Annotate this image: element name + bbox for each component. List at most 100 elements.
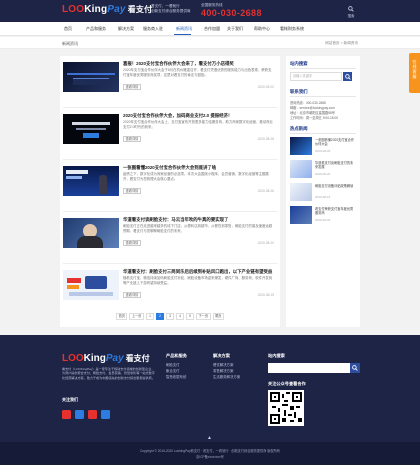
hot-news-date: 2020-08-26 [315, 149, 331, 153]
nav-item-about[interactable]: 关于我们 [227, 26, 243, 32]
page-number[interactable]: 4 [176, 313, 184, 320]
footer-link[interactable]: 刷脸支付 [166, 362, 180, 367]
news-item[interactable]: 2020支付宝合作伙伴大会，加码商业支付2.0 提振经济！ 2020年支付宝合作… [60, 108, 280, 160]
nav-item-news[interactable]: 新闻资讯 [176, 26, 192, 32]
header-bar: LOOKingPay 看支付 看支付，一看就行 创新支付综合服务提供商 全国服务热… [0, 0, 420, 22]
news-thumbnail[interactable] [63, 270, 119, 300]
pagination: 首页 上一页 1 2 3 4 5 下一页 尾页 [60, 313, 280, 321]
sidebar-search-title: 站内搜索 [290, 61, 308, 66]
news-thumbnail[interactable] [63, 114, 119, 144]
page-number[interactable]: 3 [166, 313, 174, 320]
news-thumbnail[interactable] [63, 166, 119, 196]
page: LOOKingPay 看支付 看支付，一看就行 创新支付综合服务提供商 全国服务热… [0, 0, 420, 465]
page-prev[interactable]: 上一页 [129, 313, 144, 320]
qq-icon[interactable] [88, 410, 97, 419]
page-number[interactable]: 1 [146, 313, 154, 320]
search-icon [352, 365, 358, 371]
nav-item-help[interactable]: 帮助中心 [254, 26, 270, 32]
divider [290, 133, 356, 134]
nav-item-partner-join[interactable]: 合作加盟 [204, 26, 220, 32]
hot-news-item[interactable]: 刷脸支付设备补贴政策解读 2020-08-15 [290, 183, 356, 205]
news-summary: 2020年支付宝合作伙伴大会上，支付宝宣布开放更多能力给服务商，助力商家数字化经… [123, 120, 273, 129]
nav-item-provider[interactable]: 服务商入驻 [143, 26, 163, 32]
footer-link[interactable]: 零售解决方案 [213, 368, 233, 373]
hot-news-item[interactable]: 一张图看懂2020支付宝合作伙伴大会 2020-08-26 [290, 137, 356, 159]
news-item[interactable]: 华道看支付：刷脸支付三两同乐后后续到补贴风口跑出，以下产业链有望受益 随着支付宝… [60, 264, 280, 316]
page-next[interactable]: 下一页 [196, 313, 211, 320]
news-item[interactable]: 一张图看懂2020支付宝合作伙伴大会到底讲了啥 疫情之下，数字化成为商家经营的必… [60, 160, 280, 212]
page-first[interactable]: 首页 [116, 313, 128, 320]
news-date: 2020-08-26 [257, 189, 274, 193]
footer-link[interactable]: 生活服务解决方案 [213, 374, 240, 379]
nav-item-home[interactable]: 首页 [64, 26, 72, 32]
footer-link[interactable]: 餐饮解决方案 [213, 362, 233, 367]
footer-search-input[interactable] [268, 363, 360, 373]
search-icon [348, 6, 354, 12]
read-more-button[interactable]: 查看详情 [123, 292, 141, 298]
news-title[interactable]: 2020支付宝合作伙伴大会，加码商业支付2.0 提振经济！ [123, 113, 232, 119]
news-summary: 疫情之下，数字化成为商家经营的必选项。本次大会围绕小程序、会员营销、数字化经营等… [123, 172, 269, 181]
wechat-qr-code [268, 390, 304, 426]
hot-news-thumbnail[interactable] [290, 160, 312, 178]
social-icons [62, 406, 114, 424]
hot-news-title[interactable]: 刷脸支付设备补贴政策解读 [315, 184, 356, 188]
nav-item-solutions[interactable]: 解决方案 [118, 26, 134, 32]
breadcrumb[interactable]: 网站首页 > 新闻资讯 [325, 41, 358, 46]
sidebar-search-input[interactable]: 请输入关键字 [290, 72, 342, 81]
hot-news-thumbnail[interactable] [290, 183, 312, 201]
news-item[interactable]: 华道看支付谈刷脸支付：马云当年吹的牛真的要实现了 刷脸支付正在走进越来越多的线下… [60, 212, 280, 264]
sidebar-search-button[interactable] [343, 72, 352, 81]
site-logo[interactable]: LOOKingPay 看支付 [62, 4, 152, 15]
news-list: 喜报！2020支付宝合作伙伴大会来了，看支付万小店得奖 2020年支付宝合作伙伴… [60, 56, 280, 327]
news-thumbnail[interactable] [63, 62, 119, 92]
footer-solutions-title: 解决方案 [213, 353, 230, 358]
main-nav: 首页 产品和服务 解决方案 服务商入驻 新闻资讯 合作加盟 合作加盟 关于我们 … [0, 22, 420, 36]
back-to-top-button[interactable]: ▲ [207, 435, 212, 441]
read-more-button[interactable]: 查看详情 [123, 84, 141, 90]
search-icon [344, 73, 351, 80]
hot-news-thumbnail[interactable] [290, 206, 312, 224]
alipay-icon[interactable] [75, 410, 84, 419]
news-thumbnail[interactable] [63, 218, 119, 248]
mail-icon[interactable] [101, 410, 110, 419]
header-slogan: 看支付，一看就行 创新支付综合服务提供商 [151, 4, 191, 13]
news-summary: 刷脸支付正在走进越来越多的线下门店，从便利店到超市，从餐饮到零售，刷脸支付的普及… [123, 224, 273, 233]
header-search-button[interactable]: 搜索 [344, 6, 358, 18]
hot-news-date: 2020-08-20 [315, 172, 331, 176]
page-number[interactable]: 5 [186, 313, 194, 320]
footer-logo[interactable]: LOOKingPay 看支付 [62, 353, 150, 364]
nav-item-finance[interactable]: 看帐财务系统 [280, 26, 304, 32]
hot-news-title[interactable]: 华道看支付谈刷脸支付的未来发展 [315, 161, 356, 170]
news-date: 2020-08-28 [257, 137, 274, 141]
footer-link[interactable]: 智慧收银系统 [166, 374, 186, 379]
news-date: 2020-08-20 [257, 241, 274, 245]
footer-link[interactable]: 聚合支付 [166, 368, 180, 373]
news-title[interactable]: 一张图看懂2020支付宝合作伙伴大会到底讲了啥 [123, 165, 216, 171]
contact-line: 工作时间：周一至周五 9:00-18:00 [290, 116, 339, 120]
read-more-button[interactable]: 查看详情 [123, 188, 141, 194]
hot-news-item[interactable]: 华道看支付谈刷脸支付的未来发展 2020-08-20 [290, 160, 356, 182]
news-title[interactable]: 华道看支付：刷脸支付三两同乐后后续到补贴风口跑出，以下产业链有望受益 [123, 269, 272, 275]
section-bar: 新闻资讯 网站首页 > 新闻资讯 [0, 37, 420, 49]
news-title[interactable]: 华道看支付谈刷脸支付：马云当年吹的牛真的要实现了 [123, 217, 228, 223]
read-more-button[interactable]: 查看详情 [123, 240, 141, 246]
news-item[interactable]: 喜报！2020支付宝合作伙伴大会来了，看支付万小店得奖 2020年支付宝合作伙伴… [60, 56, 280, 108]
hot-news-item[interactable]: 看支付荣获支付宝年度优秀服务商 2020-09-02 [290, 206, 356, 228]
footer-bottom: Copyright © 2016-2020 LookingPay看支付 · 看支… [0, 442, 420, 465]
news-title[interactable]: 喜报！2020支付宝合作伙伴大会来了，看支付万小店得奖 [123, 61, 234, 67]
hot-news-title[interactable]: 看支付荣获支付宝年度优秀服务商 [315, 207, 356, 216]
read-more-button[interactable]: 查看详情 [123, 136, 141, 142]
page-number-current[interactable]: 2 [156, 313, 164, 320]
footer-follow-title: 关注我们 [62, 397, 78, 402]
nav-item-products[interactable]: 产品和服务 [86, 26, 106, 32]
footer-search-button[interactable] [350, 363, 360, 373]
weibo-icon[interactable] [62, 410, 71, 419]
news-summary: 2020年支付宝合作伙伴大会于8月在杭州隆重召开，看支付凭借优秀的服务能力与出色… [123, 68, 272, 77]
hot-news-thumbnail[interactable] [290, 137, 312, 155]
icp-number[interactable]: 京ICP备xxxxxxxx号 [0, 454, 420, 459]
online-service-tab[interactable]: 在线客服 [409, 53, 420, 93]
page-last[interactable]: 尾页 [212, 313, 224, 320]
hot-news-title[interactable]: 一张图看懂2020支付宝合作伙伴大会 [315, 138, 356, 147]
news-summary: 随着支付宝、微信持续加码刷脸支付补贴，刷脸设备市场迎来爆发，硬件厂商、服务商、软… [123, 276, 273, 285]
news-date: 2020-08-15 [257, 293, 274, 297]
